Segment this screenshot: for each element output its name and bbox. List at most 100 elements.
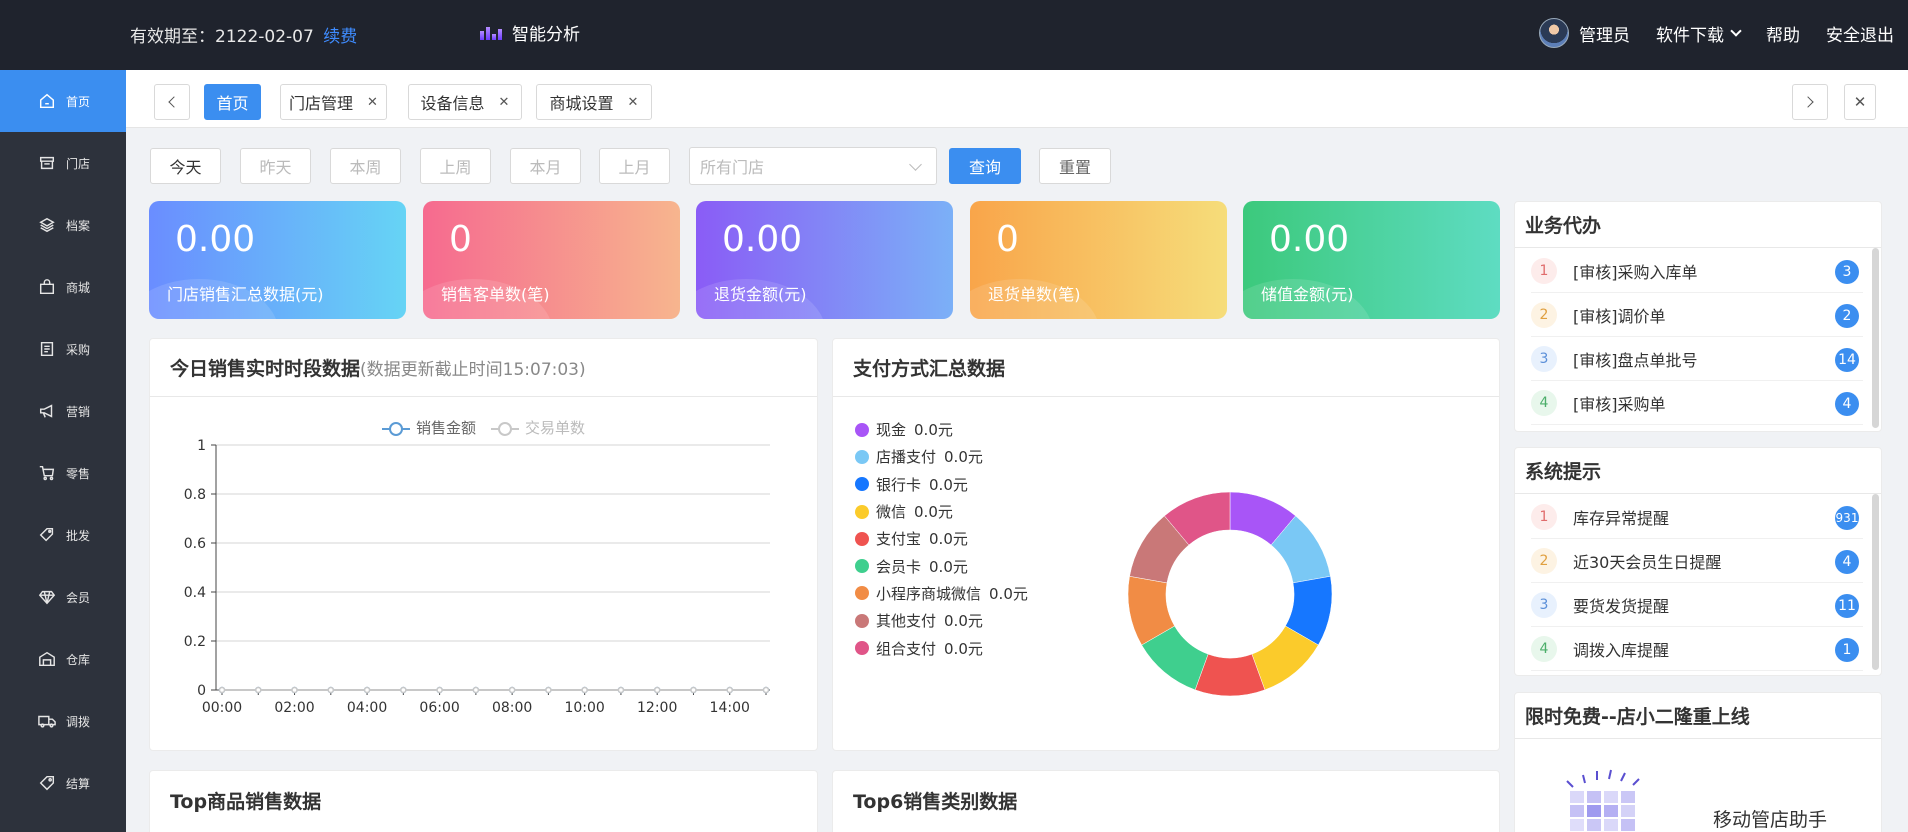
legend-dot xyxy=(855,641,869,656)
y-tick-label: 0.2 xyxy=(184,634,206,650)
list-item[interactable]: 1 [审核]采购入库单 3 xyxy=(1531,249,1863,293)
count-badge: 2 xyxy=(1835,304,1859,328)
sidebar-item-label: 调拨 xyxy=(66,714,91,729)
close-icon[interactable]: ✕ xyxy=(499,95,510,110)
download-menu[interactable]: 软件下载 xyxy=(1656,21,1742,46)
sidebar-item-settlement[interactable]: 结算 xyxy=(0,752,126,814)
data-point xyxy=(581,686,588,694)
sidebar-item-mall[interactable]: 商城 xyxy=(0,256,126,318)
panel-title: 限时免费--店小二隆重上线 xyxy=(1515,693,1881,739)
list-item[interactable]: 2 近30天会员生日提醒 4 xyxy=(1531,539,1863,583)
tab-scroll-right-button[interactable] xyxy=(1792,84,1828,120)
close-all-tabs-button[interactable]: ✕ xyxy=(1844,84,1876,120)
legend-item-cash[interactable]: 现金 0.0元 xyxy=(855,416,1028,443)
payment-legend: 现金 0.0元 店播支付 0.0元 银行卡 0.0元 微信 0.0元 支付宝 0.0元 会… xyxy=(855,416,1028,662)
stat-card-refund-count[interactable]: 0 退货单数(笔) xyxy=(970,201,1227,319)
sidebar-item-member[interactable]: 会员 xyxy=(0,566,126,628)
scrollbar[interactable] xyxy=(1872,494,1879,670)
legend-item-combined[interactable]: 组合支付 0.0元 xyxy=(855,634,1028,661)
legend-amount: 0.0元 xyxy=(914,421,953,440)
megaphone-icon xyxy=(38,402,56,420)
data-point xyxy=(255,686,262,694)
close-icon[interactable]: ✕ xyxy=(628,95,639,110)
sidebar-item-warehouse[interactable]: 仓库 xyxy=(0,628,126,690)
sidebar-item-purchase[interactable]: 采购 xyxy=(0,318,126,380)
x-tick-label: 02:00 xyxy=(274,700,314,716)
legend-item-wechat[interactable]: 微信 0.0元 xyxy=(855,498,1028,525)
item-index: 4 xyxy=(1531,389,1557,416)
legend-item-alipay[interactable]: 支付宝 0.0元 xyxy=(855,525,1028,552)
list-item[interactable]: 4 调拨入库提醒 1 xyxy=(1531,627,1863,671)
stat-card-sales-total[interactable]: 0.00 门店销售汇总数据(元) xyxy=(149,201,406,319)
help-link[interactable]: 帮助 xyxy=(1766,21,1800,46)
sidebar-item-label: 会员 xyxy=(66,590,91,605)
sidebar-item-label: 零售 xyxy=(66,466,91,481)
system-notices-panel: 系统提示 1 库存异常提醒 931 2 近30天会员生日提醒 4 3 要货发货提醒 11 4… xyxy=(1514,447,1882,676)
y-tick-label: 0 xyxy=(197,683,206,699)
filter-this-month-button[interactable]: 本月 xyxy=(510,148,581,184)
legend-item-other[interactable]: 其他支付 0.0元 xyxy=(855,607,1028,634)
data-point xyxy=(545,686,552,694)
list-item[interactable]: 3 要货发货提醒 11 xyxy=(1531,583,1863,627)
renew-link[interactable]: 续费 xyxy=(323,27,357,47)
tab-device-info[interactable]: 设备信息 ✕ xyxy=(408,84,522,120)
stat-card-refund-amount[interactable]: 0.00 退货金额(元) xyxy=(696,201,953,319)
stat-card-stored-value[interactable]: 0.00 储值金额(元) xyxy=(1243,201,1500,319)
sidebar-item-retail[interactable]: 零售 xyxy=(0,442,126,504)
reset-button[interactable]: 重置 xyxy=(1039,148,1111,184)
close-icon[interactable]: ✕ xyxy=(367,95,378,110)
item-text: 库存异常提醒 xyxy=(1573,508,1670,528)
sidebar-item-label: 门店 xyxy=(66,156,91,171)
filter-yesterday-button[interactable]: 昨天 xyxy=(240,148,311,184)
data-point xyxy=(218,686,226,694)
item-index: 2 xyxy=(1531,547,1557,574)
list-item[interactable]: 1 库存异常提醒 931 xyxy=(1531,495,1863,539)
sidebar-item-transfer[interactable]: 调拨 xyxy=(0,690,126,752)
panel-title: 系统提示 xyxy=(1515,448,1881,494)
y-tick-label: 0.6 xyxy=(184,536,206,552)
legend-dot xyxy=(855,531,869,546)
stat-card-order-count[interactable]: 0 销售客单数(笔) xyxy=(423,201,680,319)
filter-today-button[interactable]: 今天 xyxy=(150,148,221,184)
payment-title: 支付方式汇总数据 xyxy=(853,358,1006,380)
logout-link[interactable]: 安全退出 xyxy=(1826,21,1894,46)
legend-label: 银行卡 xyxy=(876,475,922,494)
sidebar-item-marketing[interactable]: 营销 xyxy=(0,380,126,442)
user-menu[interactable]: 管理员 xyxy=(1539,18,1630,48)
reset-label: 重置 xyxy=(1058,158,1091,177)
filter-last-week-button[interactable]: 上周 xyxy=(420,148,491,184)
legend-amount: 0.0元 xyxy=(914,503,953,522)
x-tick-label: 06:00 xyxy=(419,700,459,716)
chevron-down-icon xyxy=(909,158,922,171)
count-badge: 3 xyxy=(1835,260,1859,284)
smart-analysis-link[interactable]: 智能分析 xyxy=(480,20,580,45)
panel-title: 业务代办 xyxy=(1515,202,1881,248)
sidebar-item-store[interactable]: 门店 xyxy=(0,132,126,194)
legend-item-member-card[interactable]: 会员卡 0.0元 xyxy=(855,552,1028,579)
data-point xyxy=(472,686,480,694)
data-point xyxy=(690,686,697,694)
tab-home[interactable]: 首页 xyxy=(204,84,261,120)
list-item[interactable]: 2 [审核]调价单 2 xyxy=(1531,293,1863,337)
filter-last-month-button[interactable]: 上月 xyxy=(599,148,670,184)
top6-category-panel: Top6销售类别数据 xyxy=(832,770,1500,832)
store-select[interactable]: 所有门店 xyxy=(689,147,937,185)
query-button[interactable]: 查询 xyxy=(949,148,1021,184)
item-text: 要货发货提醒 xyxy=(1573,596,1670,616)
tab-scroll-left-button[interactable] xyxy=(154,84,190,120)
legend-item-live-pay[interactable]: 店播支付 0.0元 xyxy=(855,443,1028,470)
filter-this-week-button[interactable]: 本周 xyxy=(330,148,401,184)
scrollbar[interactable] xyxy=(1872,248,1879,428)
count-badge: 11 xyxy=(1835,594,1859,618)
legend-label: 组合支付 xyxy=(876,639,937,658)
tab-mall-settings[interactable]: 商城设置 ✕ xyxy=(536,84,652,120)
sidebar-item-archive[interactable]: 档案 xyxy=(0,194,126,256)
sidebar-item-home[interactable]: 首页 xyxy=(0,70,126,132)
download-label: 软件下载 xyxy=(1656,25,1724,46)
list-item[interactable]: 3 [审核]盘点单批号 14 xyxy=(1531,337,1863,381)
list-item[interactable]: 4 [审核]采购单 4 xyxy=(1531,381,1863,425)
sidebar-item-wholesale[interactable]: 批发 xyxy=(0,504,126,566)
legend-item-mini-program[interactable]: 小程序商城微信 0.0元 xyxy=(855,580,1028,607)
tab-store-management[interactable]: 门店管理 ✕ xyxy=(280,84,387,120)
legend-item-bank-card[interactable]: 银行卡 0.0元 xyxy=(855,471,1028,498)
